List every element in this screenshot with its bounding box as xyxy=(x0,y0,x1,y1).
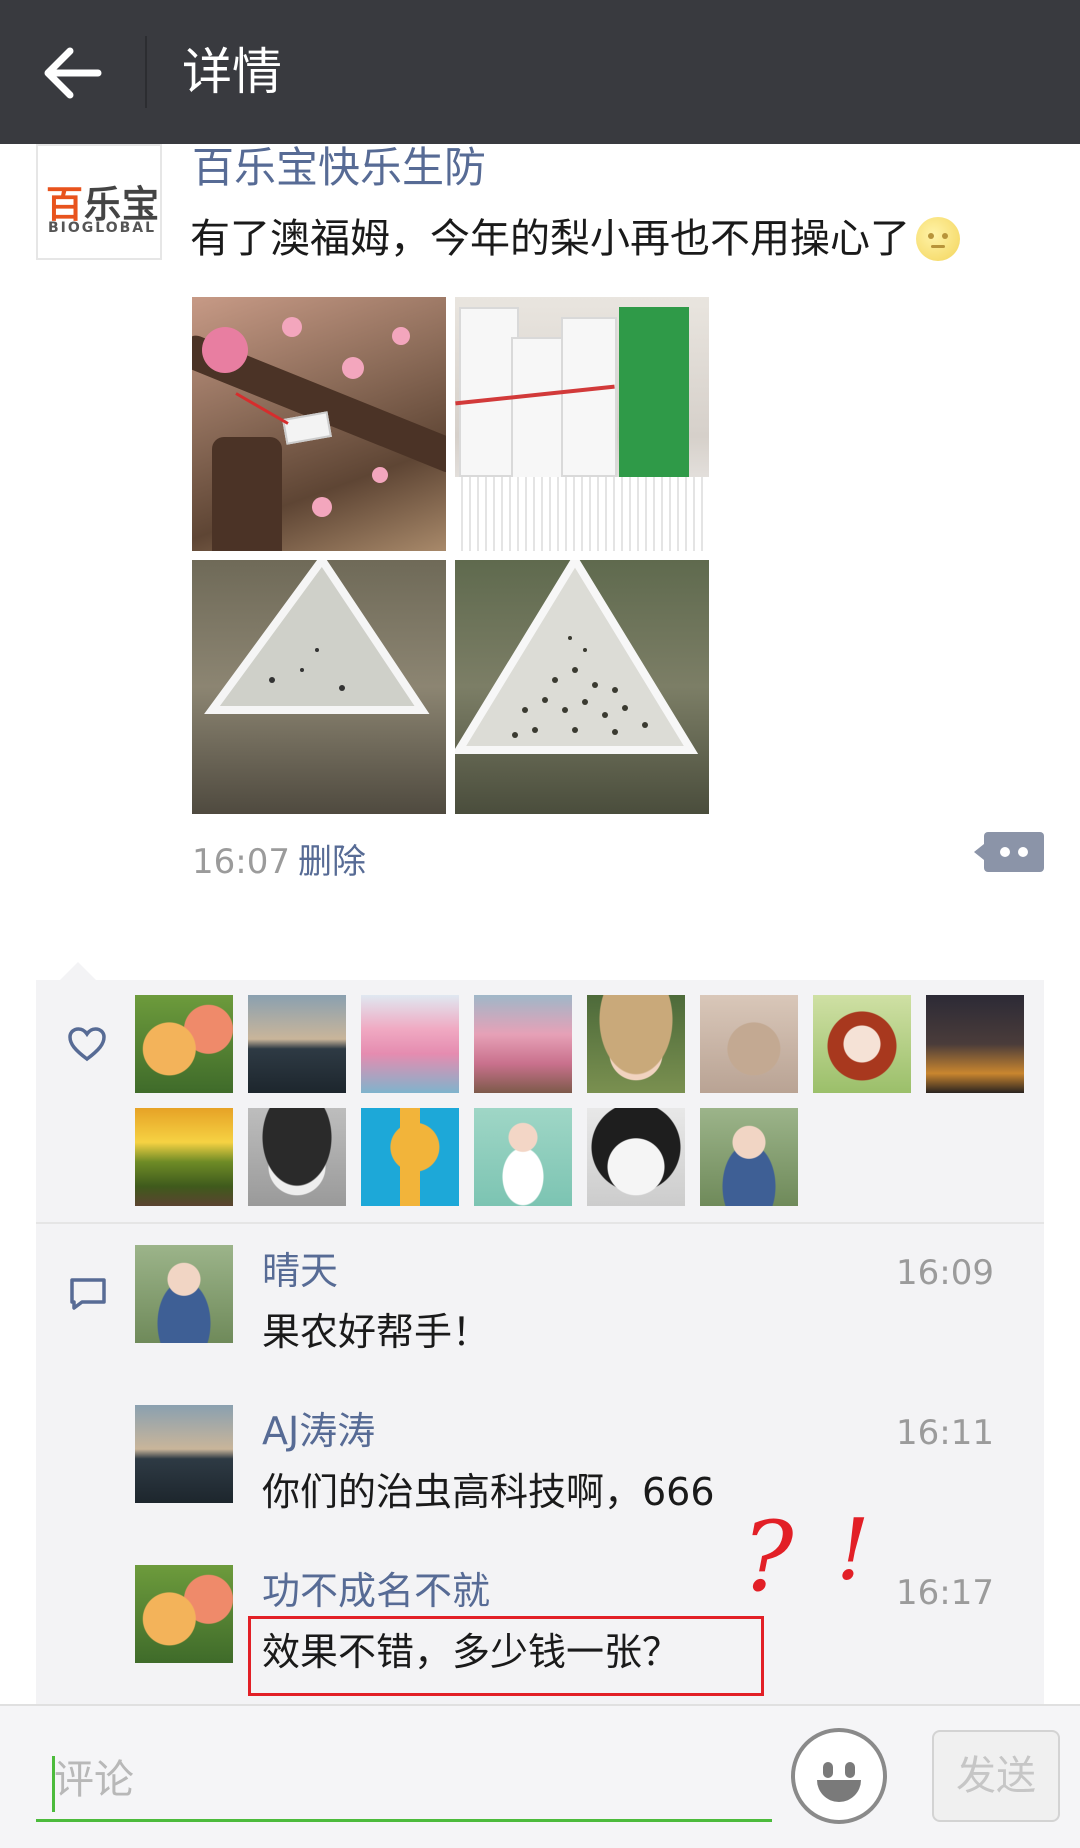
annotation-exclamation-mark: ! xyxy=(836,1501,870,1599)
like-avatar-girl-hat[interactable] xyxy=(587,995,685,1093)
comment-action-icon[interactable] xyxy=(974,832,1044,872)
comment-author-name[interactable]: AJ涛涛 xyxy=(262,1406,375,1456)
comment-icon xyxy=(70,1278,106,1310)
comment-avatar-peaches[interactable] xyxy=(135,1565,233,1663)
like-avatar-husky[interactable] xyxy=(587,1108,685,1206)
like-avatar-city-night[interactable] xyxy=(926,995,1024,1093)
comment-avatar-girl-overalls[interactable] xyxy=(135,1245,233,1343)
title-bar: 详情 xyxy=(0,0,1080,144)
comment-author-name[interactable]: 功不成名不就 xyxy=(262,1566,490,1616)
panel-divider xyxy=(36,1222,1044,1224)
moon-face-emoji-icon xyxy=(916,217,960,261)
page-title: 详情 xyxy=(182,43,282,101)
like-avatar-pink-trees[interactable] xyxy=(361,995,459,1093)
like-avatar-lake-sunset[interactable] xyxy=(248,995,346,1093)
post-text-content: 有了澳福姆，今年的梨小再也不用操心了 xyxy=(190,216,910,262)
like-avatar-giraffe[interactable] xyxy=(361,1108,459,1206)
post-photo-1[interactable] xyxy=(192,297,446,551)
annotation-question-mark: ? xyxy=(742,1501,794,1613)
like-avatar-cat[interactable] xyxy=(700,995,798,1093)
author-name[interactable]: 百乐宝快乐生防 xyxy=(192,140,486,196)
comment-avatar-lake-sunset[interactable] xyxy=(135,1405,233,1503)
post-photo-3[interactable] xyxy=(192,560,446,814)
text-cursor xyxy=(52,1756,55,1812)
post-photo-4[interactable] xyxy=(455,560,709,814)
comment-text[interactable]: 你们的治虫高科技啊，666 xyxy=(262,1467,715,1517)
highlight-box xyxy=(248,1616,764,1696)
panel-pointer xyxy=(60,962,96,980)
post-time: 16:07 xyxy=(192,842,290,882)
comment-text[interactable]: 果农好帮手！ xyxy=(262,1307,490,1357)
like-avatar-sunrise-field[interactable] xyxy=(135,1108,233,1206)
like-avatar-peach-orchard[interactable] xyxy=(474,995,572,1093)
author-avatar[interactable]: 百乐宝 BIOGLOBAL xyxy=(36,144,162,260)
comment-time: 16:11 xyxy=(896,1413,994,1453)
like-avatar-girl-overalls[interactable] xyxy=(700,1108,798,1206)
delete-link[interactable]: 删除 xyxy=(298,840,366,884)
comment-author-name[interactable]: 晴天 xyxy=(262,1246,338,1296)
like-avatar-peaches[interactable] xyxy=(135,995,233,1093)
emoji-icon[interactable] xyxy=(791,1728,887,1824)
comment-input[interactable] xyxy=(36,1740,772,1822)
heart-icon xyxy=(68,1027,106,1062)
like-avatar-boy-hat-cartoon[interactable] xyxy=(248,1108,346,1206)
comment-time: 16:17 xyxy=(896,1573,994,1613)
comment-time: 16:09 xyxy=(896,1253,994,1293)
post-text: 有了澳福姆，今年的梨小再也不用操心了 xyxy=(190,212,960,266)
back-arrow-icon[interactable] xyxy=(38,38,108,108)
title-divider xyxy=(145,36,147,108)
send-button[interactable]: 发送 xyxy=(932,1730,1060,1822)
brand-logo-en: BIOGLOBAL xyxy=(48,220,157,236)
like-avatar-flower-girl[interactable] xyxy=(474,1108,572,1206)
like-avatar-redhair-girl[interactable] xyxy=(813,995,911,1093)
post-photo-2[interactable] xyxy=(455,297,709,551)
